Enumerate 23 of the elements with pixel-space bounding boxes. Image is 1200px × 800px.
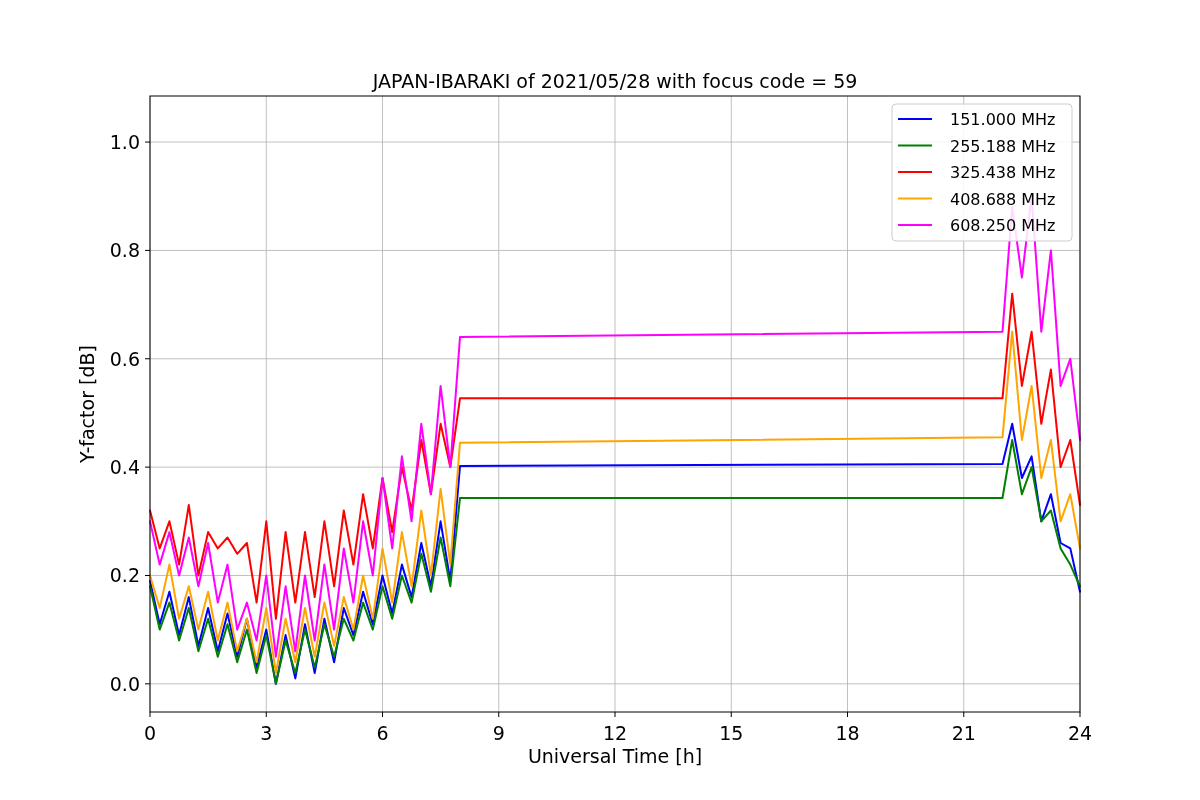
x-tick-label: 6	[376, 722, 389, 744]
legend-label: 608.250 MHz	[950, 216, 1056, 235]
chart-title: JAPAN-IBARAKI of 2021/05/28 with focus code = 59	[372, 70, 858, 92]
legend-label: 325.438 MHz	[950, 163, 1056, 182]
legend-label: 151.000 MHz	[950, 110, 1056, 129]
legend-label: 255.188 MHz	[950, 136, 1056, 156]
y-tick-label: 0.0	[109, 672, 140, 695]
x-axis-label: Universal Time [h]	[527, 745, 703, 767]
x-tick-label: 3	[260, 722, 273, 744]
y-tick-label: 0.2	[109, 564, 140, 587]
x-tick-label: 15	[719, 722, 744, 744]
y-tick-label: 0.4	[109, 456, 140, 479]
x-tick-label: 9	[492, 722, 505, 744]
x-tick-label: 18	[835, 722, 860, 744]
y-tick-label: 0.8	[109, 239, 140, 262]
x-tick-label: 24	[1067, 722, 1093, 744]
x-tick-label: 21	[951, 722, 976, 744]
x-tick-label: 12	[602, 722, 628, 744]
y-tick-label: 0.6	[109, 347, 140, 370]
x-tick-label: 0	[143, 722, 157, 744]
legend-label: 408.688 MHz	[950, 189, 1056, 209]
y-axis-label: Y-factor [dB]	[76, 345, 98, 463]
y-tick-label: 1.0	[109, 131, 140, 154]
